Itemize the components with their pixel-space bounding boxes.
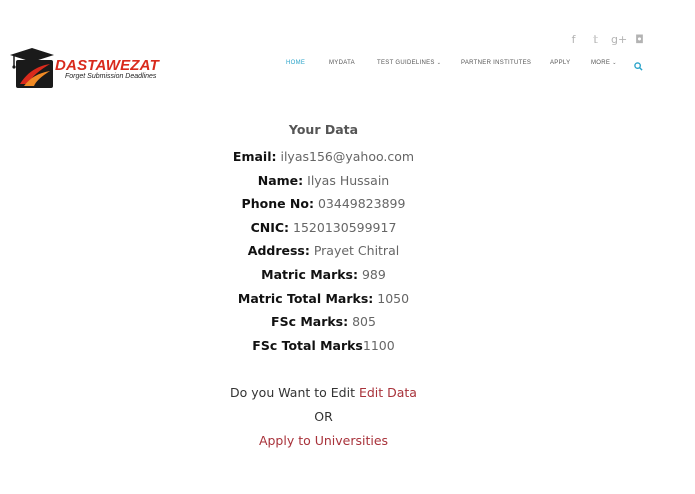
edit-data-link[interactable]: Edit Data [359, 385, 417, 400]
field-label: CNIC: [250, 219, 290, 235]
field-label: FSc Total Marks [252, 337, 363, 353]
field-value: 1520130599917 [289, 219, 397, 235]
nav-item-home[interactable]: HOME [286, 60, 305, 66]
field-value: 1050 [373, 290, 410, 306]
chevron-down-icon: ⌄ [612, 60, 617, 66]
field-value: ilyas156@yahoo.com [276, 149, 415, 164]
apply-universities-row: Apply to Universities [0, 429, 695, 453]
facebook-icon[interactable]: f [567, 34, 580, 46]
field-label: FSc Marks: [271, 314, 349, 330]
nav-item-partner-institutes[interactable]: PARTNER INSTITUTES [461, 60, 531, 66]
google-plus-icon[interactable]: g+ [611, 34, 627, 46]
field-value: Ilyas Hussain [303, 172, 390, 188]
or-separator: OR [314, 408, 333, 424]
field-label: Phone No: [241, 196, 314, 212]
nav-item-test-guidelines[interactable]: TEST GUIDELINES ⌄ [377, 60, 441, 66]
field-label: Name: [257, 172, 304, 188]
field-value: 1100 [362, 337, 395, 353]
field-value: 03449823899 [313, 196, 406, 212]
nav-item-apply[interactable]: APPLY [550, 60, 570, 66]
field-fsc-marks: FSc Marks: 805 [0, 310, 695, 334]
chevron-down-icon: ⌄ [436, 60, 442, 66]
field-phone: Phone No: 03449823899 [0, 192, 695, 216]
field-value: 989 [358, 266, 386, 282]
field-matric-total-marks: Matric Total Marks: 1050 [0, 287, 695, 311]
field-name: Name: Ilyas Hussain [0, 169, 695, 193]
field-value: 805 [348, 314, 376, 330]
field-address: Address: Prayet Chitral [0, 239, 695, 263]
edit-prompt: Do you Want to Edit Edit Data [0, 381, 695, 405]
nav-item-label: TEST GUIDELINES [377, 60, 435, 66]
instagram-icon[interactable]: ◘ [633, 34, 646, 46]
twitter-icon[interactable]: 𝕥 [589, 34, 602, 46]
edit-prompt-text: Do you Want to Edit [230, 385, 359, 401]
field-email: Email: ilyas156@yahoo.com [0, 145, 695, 169]
search-icon[interactable] [634, 58, 643, 76]
nav-item-mydata[interactable]: MYDATA [329, 60, 355, 66]
field-matric-marks: Matric Marks: 989 [0, 263, 695, 287]
user-data-panel: Your Data Email: ilyas156@yahoo.com Name… [0, 122, 695, 452]
nav-item-more[interactable]: MORE ⌄ [591, 60, 617, 66]
action-links: Do you Want to Edit Edit Data OR Apply t… [0, 381, 695, 452]
social-links: f 𝕥 g+ ◘ [567, 34, 646, 46]
page-title: Your Data [288, 122, 359, 137]
nav-item-label: MORE [591, 60, 611, 66]
main-nav: HOME MYDATA TEST GUIDELINES ⌄ PARTNER INS… [0, 58, 695, 71]
data-fields: Email: ilyas156@yahoo.com Name: Ilyas Hu… [0, 145, 695, 357]
field-cnic: CNIC: 1520130599917 [0, 216, 695, 240]
brand-tagline: Forget Submission Deadlines [65, 73, 157, 80]
apply-universities-link[interactable]: Apply to Universities [259, 433, 388, 448]
field-label: Address: [247, 243, 310, 259]
field-label: Email: [232, 149, 277, 164]
field-fsc-total-marks: FSc Total Marks1100 [0, 334, 695, 358]
field-value: Prayet Chitral [309, 243, 400, 259]
field-label: Matric Marks: [261, 266, 358, 282]
field-label: Matric Total Marks: [237, 290, 374, 306]
